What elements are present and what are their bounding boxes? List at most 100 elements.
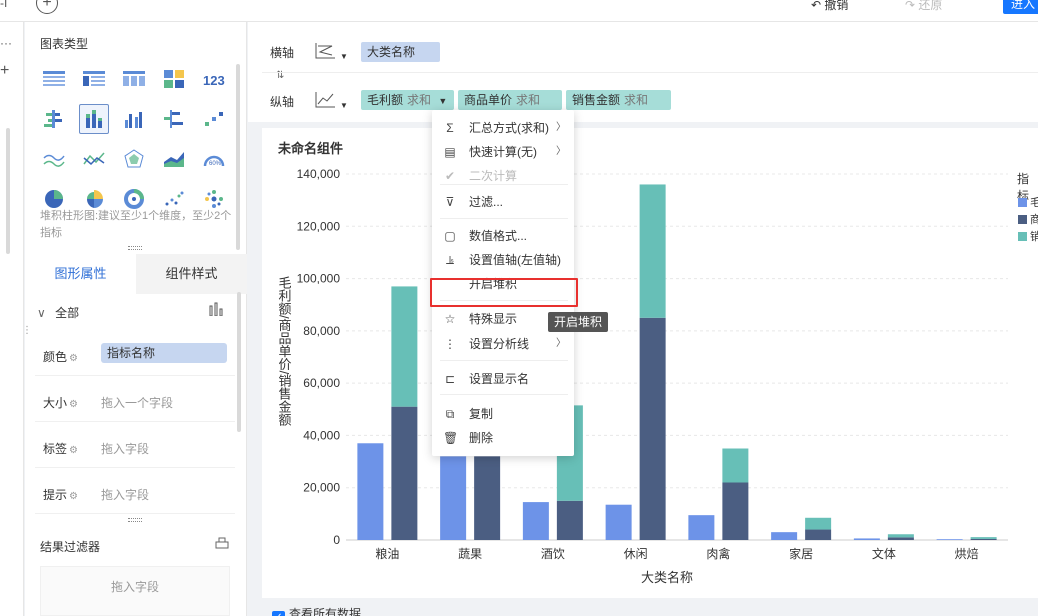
menu-item-5[interactable]: ▢ 数值格式... [432, 224, 574, 248]
menu-item-1[interactable]: Σ 汇总方式(求和) 〉 [432, 116, 574, 140]
axis-type-icon[interactable] [314, 42, 336, 60]
show-all-data-checkbox[interactable]: ✓查看所有数据 [272, 605, 361, 616]
filter-drop-zone[interactable]: 拖入字段 [40, 566, 230, 616]
menu-item-2[interactable]: ▤ 快速计算(无) 〉 [432, 140, 574, 164]
result-filter-title: 结果过滤器 [40, 540, 101, 554]
undo-label: 撤销 [824, 0, 849, 12]
color-field-chip[interactable]: 指标名称 [101, 343, 227, 363]
gauge-chart-icon[interactable]: 60% [199, 144, 229, 174]
bar-毛利额 [936, 539, 963, 540]
x-axis-title: 大类名称 [641, 570, 693, 585]
table-chart-icon[interactable] [39, 64, 69, 94]
area-chart-icon[interactable] [159, 144, 189, 174]
kpi-number-icon[interactable]: 123 [199, 64, 229, 94]
group-table-icon[interactable] [79, 64, 109, 94]
stack-tooltip: 开启堆积 [548, 312, 609, 332]
properties-scrollbar[interactable] [237, 292, 241, 432]
filter-settings-icon[interactable] [215, 537, 229, 552]
x-tick-label: 蔬果 [458, 547, 482, 561]
left-scrollbar[interactable] [6, 128, 10, 254]
sum-icon: Σ [446, 121, 454, 135]
y-tick-label: 0 [333, 533, 340, 547]
legend-item-sales-amount[interactable]: 销 [1018, 228, 1038, 242]
y-axis-title: 毛利额/商品单价/销售金额 [277, 276, 292, 428]
bar-销售金额 [722, 448, 749, 483]
menu-separator [440, 218, 568, 219]
color-property-row[interactable]: 颜色 ⚙ 指标名称 [35, 336, 235, 376]
all-series-selector[interactable]: ∨ 全部 [37, 304, 79, 321]
y-tick-label: 40,000 [303, 428, 340, 442]
enter-button[interactable]: 进入 [1003, 0, 1038, 14]
chevron-right-icon: 〉 [556, 146, 566, 157]
menu-item-4[interactable]: ⊽ 过滤... [432, 190, 574, 214]
chart-bars-icon[interactable] [209, 302, 225, 319]
x-tick-label: 休闲 [624, 547, 648, 561]
line-chart-icon[interactable] [39, 144, 69, 174]
add-field-icon[interactable]: + [0, 62, 9, 80]
broken-line-icon[interactable] [79, 144, 109, 174]
bar-销售金额 [887, 534, 914, 538]
y-field-pill-gross-profit[interactable]: 毛利额 求和 ▼ [361, 90, 454, 110]
gear-icon: ⚙ [69, 491, 78, 502]
chart-type-title: 图表类型 [40, 37, 89, 51]
bar-毛利额 [440, 456, 467, 540]
bar-销售金额 [805, 517, 832, 530]
tab-component-style[interactable]: 组件样式 [136, 254, 247, 294]
bar-商品单价 [805, 529, 832, 540]
y-tick-label: 80,000 [303, 324, 340, 338]
resize-handle[interactable] [128, 518, 142, 522]
menu-item-10[interactable]: ⊏ 设置显示名 [432, 367, 574, 391]
menu-item-label: 设置分析线 [469, 337, 530, 351]
tooltip-drop-zone[interactable]: 拖入字段 [101, 486, 149, 503]
radar-chart-icon[interactable] [119, 144, 149, 174]
legend-item-unit-price[interactable]: 商 [1018, 211, 1038, 225]
copy-icon: ⧉ [445, 407, 455, 421]
bar-chart-icon[interactable] [159, 104, 189, 134]
filter-icon: ⊽ [445, 195, 455, 209]
caret-down-icon[interactable]: ▼ [340, 52, 348, 61]
legend-item-gross-profit[interactable]: 毛 [1018, 194, 1038, 208]
scatter-step-icon[interactable] [199, 104, 229, 134]
more-icon[interactable]: ··· [0, 36, 12, 50]
size-property-row[interactable]: 大小 ⚙ 拖入一个字段 [35, 382, 235, 422]
chart-card: 未命名组件 0 20,000 40,000 60,000 80,000 100,000 12… [262, 128, 1038, 598]
menu-separator [440, 184, 568, 185]
checkbox-checked-icon[interactable]: ✓ [272, 611, 285, 616]
undo-button[interactable]: ↶ 撤销 [811, 0, 848, 13]
menu-item-label: 设置值轴(左值轴) [469, 253, 561, 267]
y-field-pill-sales-amount[interactable]: 销售金额 求和 [566, 90, 671, 110]
tooltip-property-row[interactable]: 提示 ⚙ 拖入字段 [35, 474, 235, 514]
tab-graphic-properties[interactable]: 图形属性 [25, 254, 136, 294]
bar-商品单价 [722, 482, 749, 540]
x-field-pill[interactable]: 大类名称 [361, 42, 440, 62]
line-axis-icon[interactable] [314, 91, 336, 109]
label-drop-zone[interactable]: 拖入字段 [101, 440, 149, 457]
resize-handle[interactable] [128, 246, 142, 250]
cross-table-icon[interactable] [119, 64, 149, 94]
panel-resize-handle[interactable]: ⋮ [22, 325, 32, 336]
quick-calc-icon: ▤ [444, 145, 456, 159]
y-field-pill-unit-price[interactable]: 商品单价 求和 [458, 90, 562, 110]
caret-down-icon[interactable]: ▼ [438, 96, 447, 106]
stacked-column-icon[interactable] [79, 104, 109, 134]
color-table-icon[interactable] [159, 64, 189, 94]
x-tick-label: 家居 [789, 546, 813, 561]
chevron-right-icon: 〉 [556, 122, 566, 133]
menu-item-6[interactable]: ⫡ 设置值轴(左值轴) [432, 248, 574, 272]
size-drop-zone[interactable]: 拖入一个字段 [101, 394, 173, 411]
redo-button[interactable]: ↷ 还原 [905, 0, 942, 13]
menu-item-9[interactable]: ⋮ 设置分析线 〉 [432, 332, 574, 356]
star-icon: ☆ [444, 312, 456, 326]
menu-item-12[interactable]: 🗑 删除 [432, 426, 574, 450]
bar-商品单价 [970, 538, 997, 540]
menu-item-label: 过滤... [469, 195, 504, 209]
label-label: 标签 ⚙ [43, 442, 78, 456]
caret-down-icon[interactable]: ▼ [340, 101, 348, 110]
menu-separator [440, 394, 568, 395]
stacked-bar-horizontal-icon[interactable] [39, 104, 69, 134]
y-tick-label: 100,000 [297, 272, 341, 286]
column-chart-icon[interactable] [119, 104, 149, 134]
label-property-row[interactable]: 标签 ⚙ 拖入字段 [35, 428, 235, 468]
menu-item-11[interactable]: ⧉ 复制 [432, 402, 574, 426]
add-icon[interactable]: + [36, 0, 58, 14]
